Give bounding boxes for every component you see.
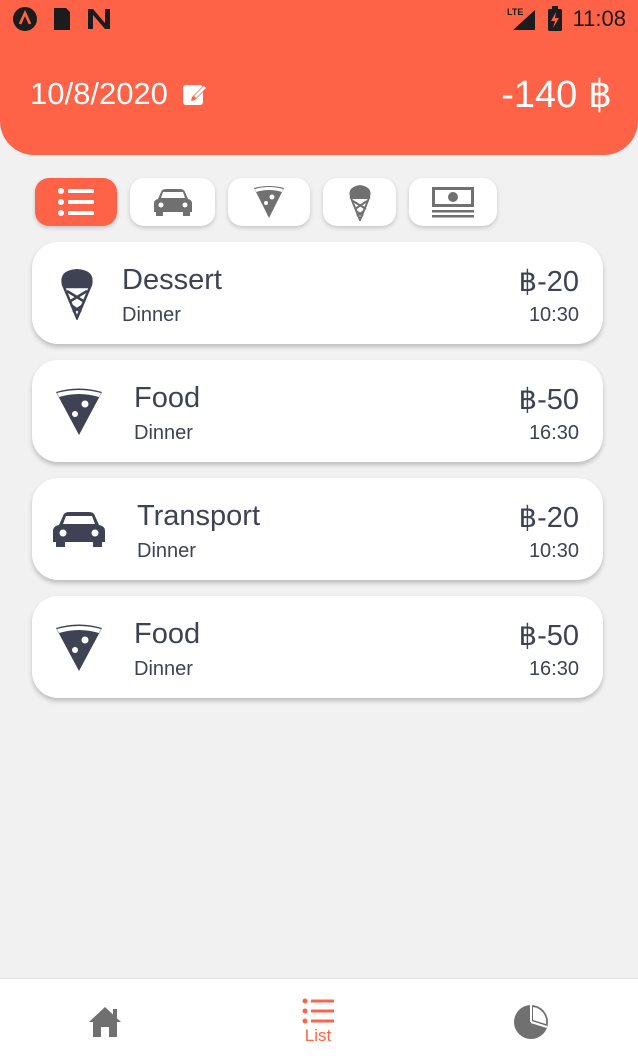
nav-list[interactable]: List [288,979,348,1064]
date-selector[interactable]: 10/8/2020 [30,76,208,112]
transaction-card[interactable]: Dessert Dinner ฿-20 10:30 [32,242,603,344]
home-icon [89,1007,121,1037]
transaction-category: Transport [137,500,261,532]
status-bar: LTE 11:08 [0,0,638,38]
filter-food-button[interactable] [228,178,310,226]
transaction-amount: ฿-20 [518,266,579,298]
n-icon [88,9,110,29]
filter-transport-button[interactable] [130,178,215,226]
transaction-category: Food [134,618,201,650]
pie-chart-icon [514,1005,548,1039]
filter-money-button[interactable] [409,178,497,226]
transaction-amount: ฿-50 [518,384,579,416]
transaction-card[interactable]: Transport Dinner ฿-20 10:30 [32,478,603,580]
list-icon [58,188,94,216]
transaction-card[interactable]: Food Dinner ฿-50 16:30 [32,360,603,462]
filter-dessert-button[interactable] [323,178,396,226]
app-a-icon [13,7,37,31]
list-icon [302,998,334,1024]
transaction-note: Dinner [134,658,193,680]
pizza-icon [254,186,284,218]
svg-text:LTE: LTE [507,7,523,17]
money-icon [432,187,474,218]
nav-home[interactable] [80,979,130,1064]
date-text: 10/8/2020 [30,76,168,111]
transaction-time: 16:30 [528,422,579,444]
pizza-icon [56,624,102,671]
signal-icon: LTE [507,7,535,30]
car-icon [153,189,192,216]
transaction-note: Dinner [137,540,196,562]
ice-cream-icon [61,269,93,320]
transaction-list: Dessert Dinner ฿-20 10:30 Food Dinner ฿-… [32,242,603,714]
category-filters [35,178,497,226]
transaction-card[interactable]: Food Dinner ฿-50 16:30 [32,596,603,698]
nav-list-label: List [304,1026,332,1045]
transaction-category: Food [134,382,201,414]
nav-chart[interactable] [508,979,554,1064]
status-time: 11:08 [572,6,626,31]
transaction-time: 16:30 [528,658,579,680]
car-icon [53,512,105,547]
header: LTE 11:08 10/8/2020 -140 ฿ [0,0,638,155]
pizza-icon [56,388,102,435]
transaction-amount: ฿-50 [518,620,579,652]
bottom-nav: List [0,978,638,1064]
transaction-time: 10:30 [528,540,579,562]
transaction-category: Dessert [122,264,222,296]
transaction-amount: ฿-20 [518,502,579,534]
transaction-note: Dinner [134,422,193,444]
ice-cream-icon [348,185,371,221]
edit-icon[interactable] [182,81,208,107]
transaction-note: Dinner [122,304,181,326]
filter-all-button[interactable] [35,178,117,226]
transaction-time: 10:30 [528,304,579,326]
sd-card-icon [54,8,70,30]
total-amount: -140 ฿ [501,74,612,116]
battery-charging-icon [547,6,562,31]
